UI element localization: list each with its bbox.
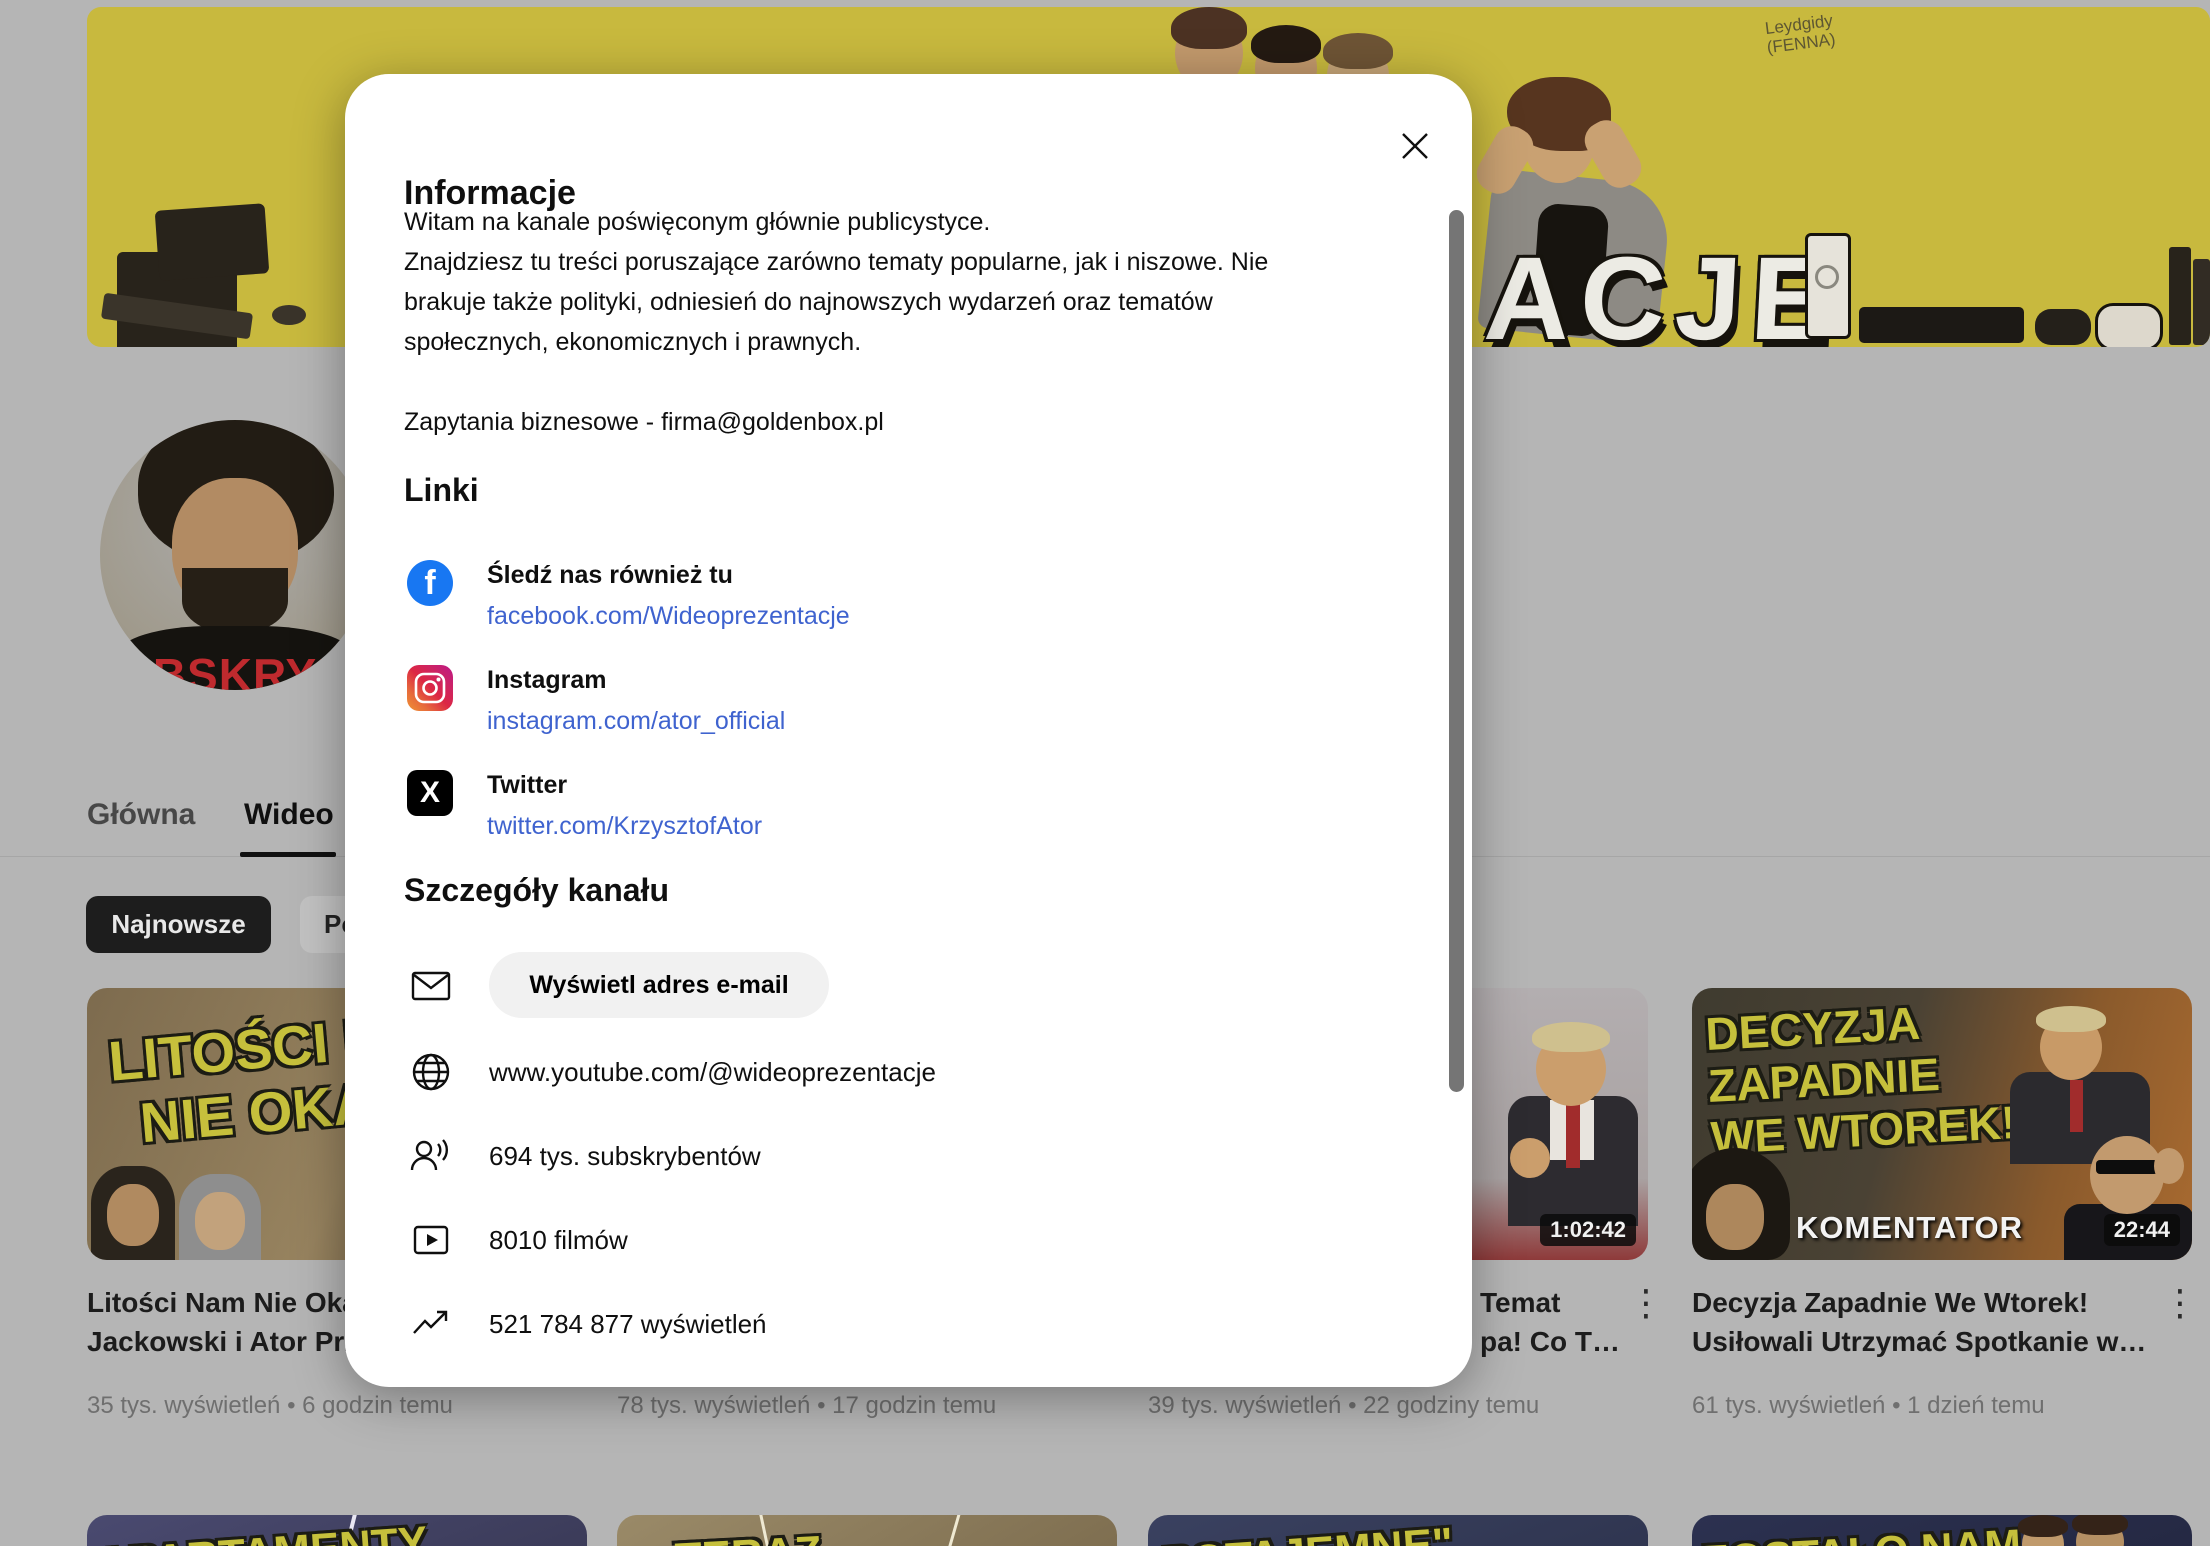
banner-signature: Leydgidy (FENNA) bbox=[1733, 7, 1867, 61]
banner-character-hair bbox=[1251, 25, 1321, 63]
close-button[interactable] bbox=[1387, 118, 1443, 174]
banner-gamepad-light bbox=[2095, 303, 2163, 347]
views-icon bbox=[409, 1302, 453, 1346]
link-url[interactable]: facebook.com/Wideoprezentacje bbox=[487, 602, 850, 631]
instagram-icon bbox=[407, 665, 453, 711]
video-meta: 61 tys. wyświetleń • 1 dzień temu bbox=[1692, 1392, 2045, 1420]
banner-mouse-art bbox=[272, 305, 306, 325]
tab-glowna[interactable]: Główna bbox=[87, 798, 195, 832]
banner-ps4-console bbox=[1859, 307, 2024, 343]
thumb-putin-face bbox=[2090, 1136, 2164, 1214]
video-count: 8010 filmów bbox=[489, 1225, 628, 1256]
link-row-instagram: Instagram instagram.com/ator_official bbox=[407, 665, 785, 736]
thumb-trump-hair bbox=[2036, 1006, 2106, 1032]
link-url[interactable]: twitter.com/KrzysztofAtor bbox=[487, 812, 762, 841]
facebook-icon: f bbox=[407, 560, 453, 606]
globe-icon bbox=[409, 1050, 453, 1094]
link-url[interactable]: instagram.com/ator_official bbox=[487, 707, 785, 736]
tab-wideo-underline bbox=[240, 852, 336, 857]
detail-row-email: Wyświetl adres e-mail bbox=[409, 952, 829, 1018]
thumb-person-hair bbox=[2018, 1515, 2068, 1537]
video-menu-kebab[interactable]: ⋮ bbox=[1628, 1290, 1664, 1316]
thumb-lightning bbox=[936, 1515, 961, 1546]
video-menu-kebab[interactable]: ⋮ bbox=[2162, 1290, 2198, 1316]
channel-description: Witam na kanale poświęconym głównie publ… bbox=[404, 202, 1404, 442]
links-heading: Linki bbox=[404, 472, 479, 509]
thumb-putin-sunglasses bbox=[2096, 1160, 2158, 1174]
banner-character-hair bbox=[1171, 7, 1247, 49]
video-thumbnail[interactable]: DECYZJA ZAPADNIE WE WTOREK! KOMENTATOR 2… bbox=[1692, 988, 2192, 1260]
thumb-trump-fist bbox=[1510, 1138, 1550, 1178]
banner-console-stack bbox=[2169, 247, 2191, 345]
close-icon bbox=[1387, 118, 1443, 174]
thumb-person-hair bbox=[2072, 1515, 2128, 1535]
video-thumbnail[interactable]: APARTAMENTY bbox=[87, 1515, 587, 1546]
youtube-channel-page: ACJE Leydgidy (FENNA) UBSKRYB Główna Wid… bbox=[0, 0, 2210, 1546]
video-thumbnail[interactable]: ZOSTAŁO NAM bbox=[1692, 1515, 2192, 1546]
thumb-trump-tie bbox=[2070, 1080, 2083, 1132]
banner-letters: ACJE bbox=[1481, 231, 1843, 347]
channel-avatar[interactable]: UBSKRYB bbox=[100, 420, 370, 690]
avatar-subscribe-text: UBSKRYB bbox=[100, 648, 370, 690]
thumb-trump-hair bbox=[1532, 1022, 1610, 1052]
video-thumbnail[interactable]: TERAZ bbox=[617, 1515, 1117, 1546]
video-meta: 39 tys. wyświetleń • 22 godziny temu bbox=[1148, 1392, 1539, 1420]
link-label: Twitter bbox=[487, 770, 762, 800]
details-heading: Szczegóły kanału bbox=[404, 872, 669, 909]
tab-wideo[interactable]: Wideo bbox=[244, 798, 334, 832]
banner-console-stack bbox=[2193, 259, 2210, 345]
video-title[interactable]: Litości Nam Nie Okaż Jackowski i Ator Pr… bbox=[87, 1283, 374, 1361]
link-label: Śledź nas również tu bbox=[487, 560, 850, 590]
link-row-twitter: X Twitter twitter.com/KrzysztofAtor bbox=[407, 770, 762, 841]
chip-najnowsze[interactable]: Najnowsze bbox=[86, 896, 271, 953]
thumb-caption: KOMENTATOR bbox=[1796, 1210, 2023, 1246]
twitter-icon: X bbox=[407, 770, 453, 816]
dialog-scrollbar[interactable] bbox=[1449, 210, 1464, 1092]
email-icon bbox=[409, 963, 453, 1007]
video-title[interactable]: Temat pa! Co T… bbox=[1480, 1283, 1620, 1361]
video-meta: 35 tys. wyświetleń • 6 godzin temu bbox=[87, 1392, 453, 1420]
avatar-beard bbox=[182, 568, 288, 634]
detail-row-website: www.youtube.com/@wideoprezentacje bbox=[409, 1050, 936, 1094]
subscribers-icon bbox=[409, 1134, 453, 1178]
thumb-trump-tie bbox=[1566, 1102, 1580, 1168]
video-thumbnail[interactable]: POTAJEMNE" bbox=[1148, 1515, 1648, 1546]
videos-icon bbox=[409, 1218, 453, 1262]
banner-character-hair bbox=[1323, 33, 1393, 69]
banner-monitor-art bbox=[155, 203, 270, 281]
thumb-person-face bbox=[107, 1184, 159, 1246]
detail-row-views: 521 784 877 wyświetleń bbox=[409, 1302, 767, 1346]
thumb-person-face bbox=[195, 1192, 245, 1250]
video-meta: 78 tys. wyświetleń • 17 godzin temu bbox=[617, 1392, 996, 1420]
video-duration: 1:02:42 bbox=[1540, 1214, 1636, 1246]
banner-wii-ring bbox=[1815, 265, 1839, 289]
view-count: 521 784 877 wyświetleń bbox=[489, 1309, 767, 1340]
video-title[interactable]: Decyzja Zapadnie We Wtorek! Usiłowali Ut… bbox=[1692, 1283, 2146, 1361]
video-duration: 22:44 bbox=[2104, 1214, 2180, 1246]
banner-gamepad-dark bbox=[2035, 309, 2091, 345]
thumb-putin-hand bbox=[2154, 1148, 2184, 1184]
business-email-line: Zapytania biznesowe - firma@goldenbox.pl bbox=[404, 402, 1404, 442]
detail-row-videos: 8010 filmów bbox=[409, 1218, 628, 1262]
link-label: Instagram bbox=[487, 665, 785, 695]
subscriber-count: 694 tys. subskrybentów bbox=[489, 1141, 761, 1172]
show-email-button[interactable]: Wyświetl adres e-mail bbox=[489, 952, 829, 1018]
channel-url[interactable]: www.youtube.com/@wideoprezentacje bbox=[489, 1057, 936, 1088]
detail-row-subscribers: 694 tys. subskrybentów bbox=[409, 1134, 761, 1178]
thumb-man-face bbox=[1706, 1184, 1764, 1250]
about-dialog: Informacje Witam na kanale poświęconym g… bbox=[345, 74, 1472, 1387]
link-row-facebook: f Śledź nas również tu facebook.com/Wide… bbox=[407, 560, 850, 631]
